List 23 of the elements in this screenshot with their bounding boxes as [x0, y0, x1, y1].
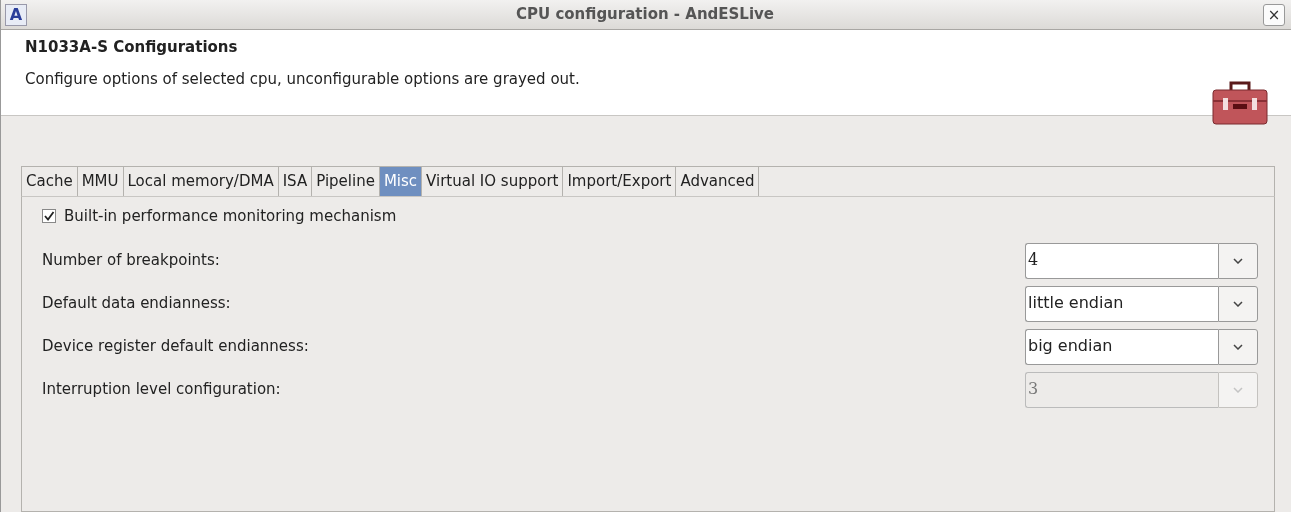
- toolbox-icon: [1211, 80, 1269, 126]
- combo-field[interactable]: 4: [1025, 242, 1218, 279]
- setting-label: Device register default endianness:: [42, 336, 309, 358]
- checkbox[interactable]: [42, 208, 56, 223]
- dropdown-button[interactable]: [1218, 242, 1258, 279]
- chevron-down-icon: [1233, 300, 1243, 307]
- chevron-down-icon: [1233, 386, 1243, 393]
- dialog-description: Configure options of selected cpu, unconfigurable options are grayed out.: [25, 69, 580, 90]
- dropdown-button[interactable]: [1218, 285, 1258, 322]
- window-title: CPU configuration - AndESLive: [515, 4, 775, 26]
- dropdown-button[interactable]: [1218, 371, 1258, 408]
- setting-label: Number of breakpoints:: [42, 250, 220, 272]
- chevron-down-icon: [1233, 343, 1243, 350]
- dialog-title: N1033A-S Configurations: [25, 38, 239, 56]
- close-button[interactable]: ×: [1263, 3, 1285, 26]
- combo-field[interactable]: little endian: [1025, 285, 1218, 322]
- setting-label: Interruption level configuration:: [42, 379, 281, 401]
- dropdown-button[interactable]: [1218, 328, 1258, 365]
- combo-field[interactable]: big endian: [1025, 328, 1218, 365]
- checkbox-label: Built-in performance monitoring mechanism: [64, 205, 397, 227]
- setting-label: Default data endianness:: [42, 293, 231, 315]
- app-logo: A: [5, 3, 27, 26]
- chevron-down-icon: [1233, 257, 1243, 264]
